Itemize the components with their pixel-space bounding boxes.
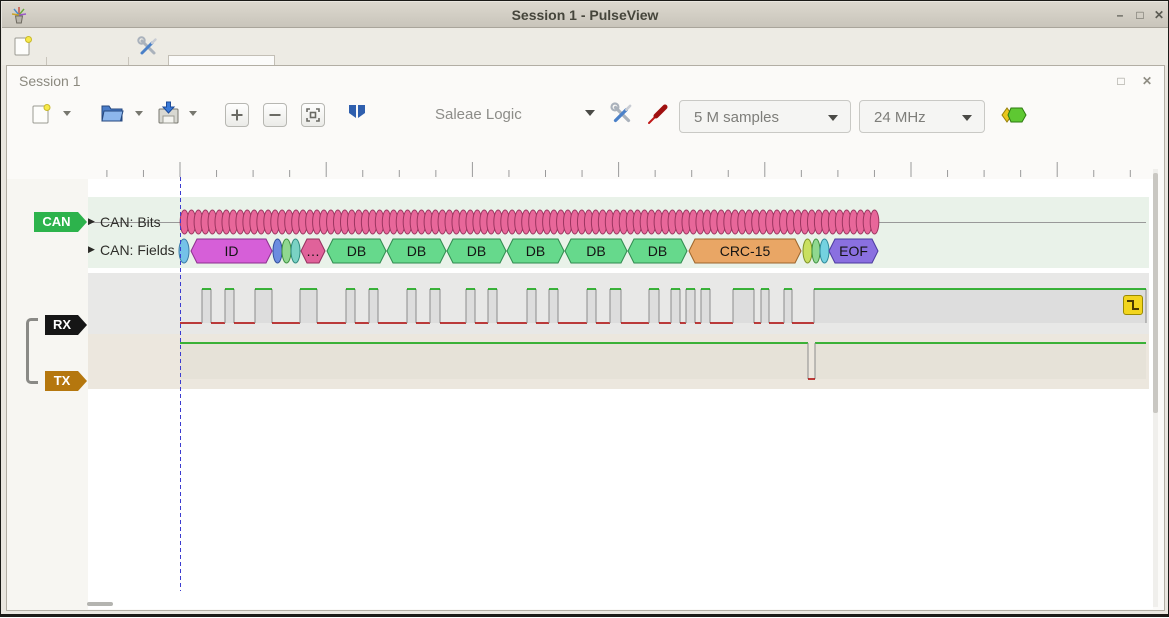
- sample-rate-select[interactable]: 24 MHz: [859, 100, 985, 133]
- expander-icon[interactable]: ▶: [88, 244, 95, 255]
- vertical-scrollbar[interactable]: [1153, 173, 1158, 413]
- trace-label-margin: [7, 179, 88, 610]
- sample-rate-value: 24 MHz: [874, 109, 926, 126]
- open-file-icon[interactable]: [99, 101, 125, 130]
- pulseview-window: Session 1 - PulseView – □ ✕ Run Session …: [0, 0, 1169, 617]
- trace-group-bracket[interactable]: [26, 318, 38, 384]
- window-title: Session 1 - PulseView: [2, 7, 1168, 23]
- device-caret-icon[interactable]: [585, 110, 595, 121]
- dock-maximize-button[interactable]: □: [1113, 73, 1129, 89]
- close-button[interactable]: ✕: [1150, 6, 1168, 24]
- window-titlebar[interactable]: Session 1 - PulseView – □ ✕: [2, 2, 1168, 28]
- sample-count-value: 5 M samples: [694, 109, 779, 126]
- decoder-row-band: [88, 197, 1149, 268]
- rx-row-band: [88, 273, 1149, 334]
- add-decoder-icon[interactable]: [999, 105, 1029, 131]
- dock-close-button[interactable]: ✕: [1139, 73, 1155, 89]
- sample-rate-caret-icon: [962, 115, 972, 126]
- expander-icon[interactable]: ▶: [88, 216, 95, 227]
- zoom-out-button[interactable]: [263, 103, 287, 127]
- decoder-tag-can[interactable]: CAN: [34, 212, 87, 232]
- session-toolbar: Saleae Logic 5 M samples 24 MHz: [7, 95, 1164, 136]
- save-icon[interactable]: [155, 100, 181, 131]
- maximize-button[interactable]: □: [1131, 6, 1149, 24]
- sample-count-select[interactable]: 5 M samples: [679, 100, 851, 133]
- device-config-icon[interactable]: [609, 101, 635, 132]
- decoder-row-fields-label: CAN: Fields: [100, 242, 175, 258]
- channel-tag-rx[interactable]: RX: [45, 315, 87, 335]
- trigger-marker-falling-edge[interactable]: [1123, 295, 1143, 315]
- save-caret-icon[interactable]: [189, 111, 197, 120]
- channels-probe-icon[interactable]: [645, 101, 671, 132]
- zoom-fit-button[interactable]: [301, 103, 325, 127]
- show-cursors-icon[interactable]: [343, 102, 371, 131]
- new-view-icon[interactable]: [29, 102, 53, 131]
- zoom-in-button[interactable]: [225, 103, 249, 127]
- new-session-icon[interactable]: [12, 35, 34, 62]
- main-toolbar: Run Session 1 ×: [2, 28, 1168, 65]
- device-select[interactable]: Saleae Logic: [435, 106, 522, 123]
- horizontal-scrollbar[interactable]: [87, 602, 113, 606]
- open-file-caret-icon[interactable]: [135, 111, 143, 120]
- decoder-row-bits-label: CAN: Bits: [100, 214, 161, 230]
- new-view-caret-icon[interactable]: [63, 111, 71, 120]
- settings-icon[interactable]: [136, 35, 160, 64]
- sample-count-caret-icon: [828, 115, 838, 126]
- session-dock-title: Session 1: [19, 73, 80, 89]
- minimize-button[interactable]: –: [1111, 6, 1129, 24]
- channel-tag-tx[interactable]: TX: [45, 371, 87, 391]
- tx-row-band: [88, 334, 1149, 389]
